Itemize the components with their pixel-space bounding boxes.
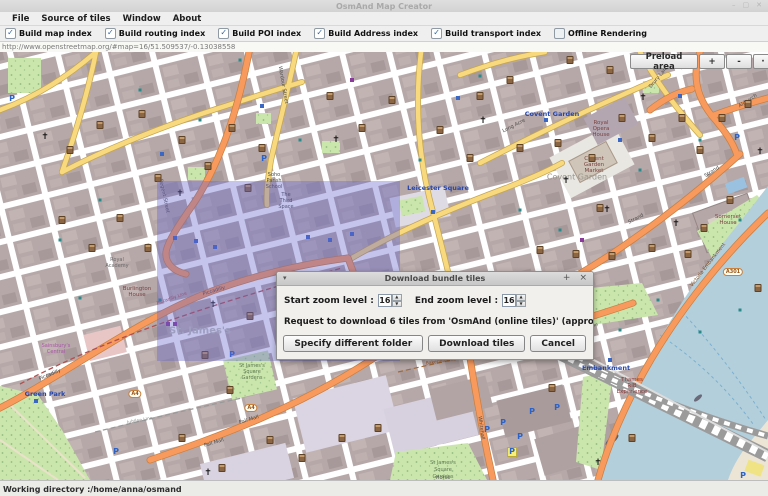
preload-area-button[interactable]: Preload area [630, 54, 698, 69]
map-permalink: http://www.openstreetmap.org/#map=16/51.… [0, 43, 235, 51]
start-zoom-down-arrow[interactable]: ▼ [392, 301, 402, 308]
checkbox-label: Build routing index [119, 29, 205, 38]
end-zoom-value[interactable]: 16 [502, 294, 516, 307]
checkbox-build-transport-index[interactable]: ✓Build transport index [431, 28, 541, 39]
dialog-titlebar[interactable]: ▾ Download bundle tiles + × [277, 272, 593, 286]
checkbox-box[interactable]: ✓ [431, 28, 442, 39]
checkbox-box[interactable]: ✓ [5, 28, 16, 39]
zoom-extra-button[interactable]: · [753, 54, 768, 69]
checkbox-box[interactable]: ✓ [105, 28, 116, 39]
minimize-icon[interactable]: – [732, 1, 736, 9]
checkbox-box[interactable] [554, 28, 565, 39]
status-bar: Working directory :/home/anna/osmand [0, 480, 768, 496]
dialog-maximize-icon[interactable]: + [563, 274, 571, 283]
dialog-title: Download bundle tiles [277, 274, 593, 283]
checkbox-label: Build transport index [445, 29, 541, 38]
map-viewport[interactable]: Covent GardenLeicester SquareGreen ParkE… [0, 52, 768, 480]
specify-different-folder-button[interactable]: Specify different folder [283, 335, 423, 352]
start-zoom-spinner[interactable]: 16 ▲ ▼ [378, 294, 402, 307]
zoom-level-row: Start zoom level : 16 ▲ ▼ End zoom level… [277, 294, 593, 307]
start-zoom-value[interactable]: 16 [378, 294, 392, 307]
window-controls: – ▢ ✕ [732, 1, 762, 9]
checkbox-offline-rendering[interactable]: Offline Rendering [554, 28, 647, 39]
zoom-in-button[interactable]: + [699, 54, 725, 69]
zoom-out-button[interactable]: - [726, 54, 752, 69]
checkbox-box[interactable]: ✓ [314, 28, 325, 39]
map-button-bar: Preload area + - · [630, 54, 768, 69]
dialog-message: Request to download 6 tiles from 'OsmAnd… [277, 317, 593, 327]
menu-source-of-tiles[interactable]: Source of tiles [35, 14, 116, 24]
end-zoom-down-arrow[interactable]: ▼ [516, 301, 526, 308]
menu-about[interactable]: About [167, 14, 208, 24]
checkbox-build-routing-index[interactable]: ✓Build routing index [105, 28, 205, 39]
start-zoom-label: Start zoom level : [284, 296, 374, 306]
maximize-icon[interactable]: ▢ [743, 1, 750, 9]
index-options-toolbar: ✓Build map index✓Build routing index✓Bui… [0, 26, 768, 42]
close-icon[interactable]: ✕ [756, 1, 762, 9]
checkbox-label: Offline Rendering [568, 29, 647, 38]
window-title: OsmAnd Map Creator [336, 2, 432, 11]
checkbox-label: Build POI index [232, 29, 301, 38]
end-zoom-spinner[interactable]: 16 ▲ ▼ [502, 294, 526, 307]
checkbox-label: Build map index [19, 29, 92, 38]
menu-bar: FileSource of tilesWindowAbout [0, 12, 768, 26]
checkbox-label: Build Address index [328, 29, 418, 38]
checkbox-build-map-index[interactable]: ✓Build map index [5, 28, 92, 39]
menu-file[interactable]: File [6, 14, 35, 24]
working-directory-text: Working directory :/home/anna/osmand [0, 485, 182, 494]
download-tiles-button[interactable]: Download tiles [428, 335, 525, 352]
cancel-button[interactable]: Cancel [530, 335, 586, 352]
osmand-map-creator-window: OsmAnd Map Creator – ▢ ✕ FileSource of t… [0, 0, 768, 496]
download-bundle-tiles-dialog: ▾ Download bundle tiles + × Start zoom l… [276, 271, 594, 360]
end-zoom-label: End zoom level : [415, 296, 498, 306]
menu-window[interactable]: Window [117, 14, 167, 24]
dialog-button-row: Specify different folder Download tiles … [277, 335, 593, 352]
dialog-controls: + × [563, 274, 587, 283]
dialog-menu-icon[interactable]: ▾ [283, 275, 287, 282]
checkbox-build-poi-index[interactable]: ✓Build POI index [218, 28, 301, 39]
checkbox-build-address-index[interactable]: ✓Build Address index [314, 28, 418, 39]
dialog-close-icon[interactable]: × [579, 274, 587, 283]
checkbox-box[interactable]: ✓ [218, 28, 229, 39]
